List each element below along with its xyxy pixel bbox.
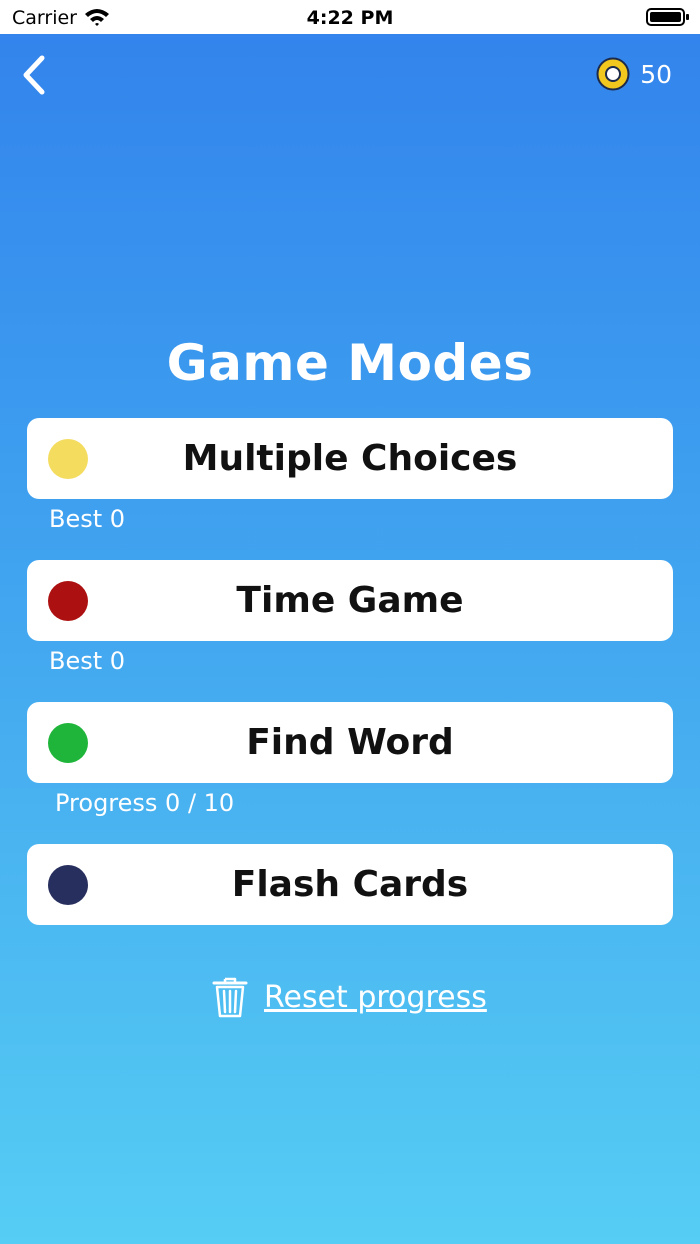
mode-button-flash-cards[interactable]: Flash Cards [27, 844, 673, 925]
coin-icon [596, 57, 630, 91]
status-bar: Carrier 4:22 PM [0, 0, 700, 34]
battery-icon [646, 7, 690, 31]
chevron-left-icon [23, 55, 45, 95]
coin-count: 50 [640, 59, 672, 89]
mode-best-score: Best 0 [49, 647, 126, 675]
mode-progress: Progress 0 / 10 [55, 789, 235, 817]
reset-progress-label: Reset progress [264, 979, 487, 1015]
back-button[interactable] [18, 52, 52, 98]
mode-label: Find Word [246, 722, 454, 763]
mode-label: Multiple Choices [182, 438, 518, 479]
mode-label: Time Game [236, 580, 464, 621]
mode-button-time-game[interactable]: Time Game [27, 560, 673, 641]
mode-button-find-word[interactable]: Find Word [27, 702, 673, 783]
mode-button-multiple-choices[interactable]: Multiple Choices [27, 418, 673, 499]
reset-progress-button[interactable]: Reset progress [212, 974, 487, 1020]
mode-label: Flash Cards [231, 864, 469, 905]
clock: 4:22 PM [306, 7, 394, 29]
mode-best-score: Best 0 [49, 505, 126, 533]
trash-icon [212, 977, 248, 1018]
page-title: Game Modes [166, 334, 534, 392]
coin-balance: 50 [596, 56, 672, 92]
